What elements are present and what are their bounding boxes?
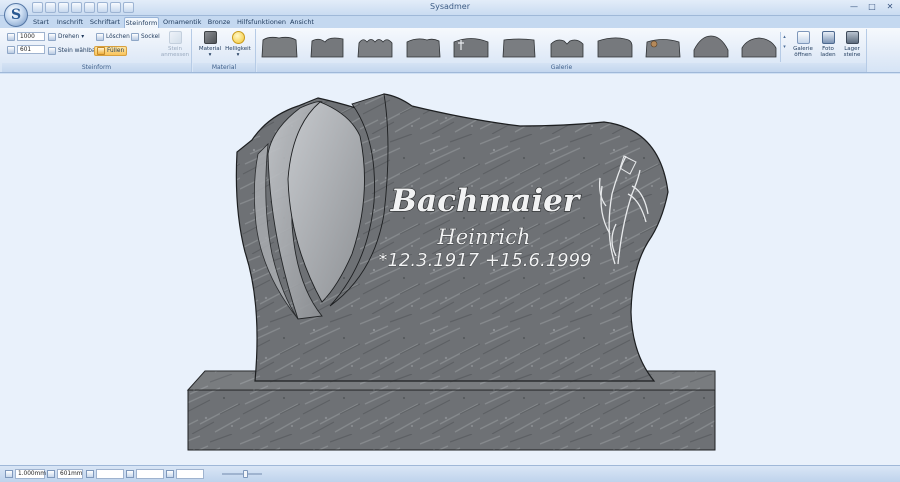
gallery-stone-9[interactable] (643, 34, 683, 60)
ribbon-tabs: Start Inschrift Schriftart Steinform Orn… (0, 16, 900, 28)
height-icon (5, 470, 13, 478)
lager-steine-button[interactable]: Lager steine (839, 31, 865, 63)
drehen-label: Drehen (58, 34, 80, 40)
group-material: Material ▾ Helligkeit ▾ Material (193, 29, 256, 72)
chevron-down-icon: ▾ (81, 34, 85, 40)
status-bar: 1.000mm 601mm (0, 465, 900, 482)
foto-laden-button[interactable]: Foto laden (815, 31, 841, 63)
galerie-oeffnen-button[interactable]: Galerie öffnen (790, 31, 816, 63)
stock-icon (845, 31, 859, 44)
measure-icon (168, 31, 182, 44)
stein-waehlbar-button[interactable]: Stein wählbar (48, 47, 98, 55)
inscription-dates[interactable]: *12.3.1917 +15.6.1999 (378, 250, 592, 272)
height-input[interactable]: 1000 (17, 32, 45, 41)
inscription-surname[interactable]: Bachmaier (389, 182, 582, 219)
tab-ornamentik[interactable]: Ornamentik (163, 17, 201, 28)
photo-icon (821, 31, 835, 44)
zoom-slider[interactable] (222, 473, 262, 475)
group-label-galerie: Galerie (257, 63, 866, 72)
tab-start[interactable]: Start (30, 17, 52, 28)
base-icon (131, 33, 139, 41)
fuellen-button[interactable]: Füllen (94, 46, 128, 56)
gallery-stone-11[interactable] (739, 34, 779, 60)
gravestone-drawing[interactable]: Bachmaier Heinrich *12.3.1917 +15.6.1999 (0, 74, 900, 465)
helligkeit-button[interactable]: Helligkeit ▾ (225, 31, 251, 63)
sockel-label: Sockel (141, 34, 160, 40)
tab-inschrift[interactable]: Inschrift (56, 17, 84, 28)
status-width: 601mm (57, 469, 83, 479)
height-icon (7, 33, 15, 41)
minimize-button[interactable]: — (848, 2, 860, 12)
status-icon-5 (166, 470, 174, 478)
chevron-down-icon: ▾ (236, 52, 240, 58)
close-button[interactable]: ✕ (884, 2, 896, 12)
lager-steine-label: Lager steine (843, 46, 861, 58)
gallery-stone-6[interactable] (499, 34, 539, 60)
stone-base[interactable] (186, 370, 716, 451)
foto-laden-label: Foto laden (820, 46, 836, 58)
cursor-icon (48, 47, 56, 55)
ribbon: 1000 601 Drehen ▾ Löschen Sockel Stein w… (0, 28, 900, 73)
rotate-icon (48, 33, 56, 41)
gallery-stone-8[interactable] (595, 34, 635, 60)
scroll-down-icon[interactable]: ▾ (781, 42, 788, 52)
tab-steinform[interactable]: Steinform (124, 17, 159, 28)
gallery-icon (796, 31, 810, 44)
gallery-stone-4[interactable] (403, 34, 443, 60)
status-icon-4 (126, 470, 134, 478)
stein-waehlbar-label: Stein wählbar (58, 48, 98, 54)
gallery-stone-3[interactable] (355, 34, 395, 60)
gallery-stone-2[interactable] (307, 34, 347, 60)
chevron-down-icon: ▾ (208, 52, 212, 58)
sockel-button[interactable]: Sockel (131, 33, 160, 41)
scroll-up-icon[interactable]: ▴ (781, 32, 788, 42)
tab-schriftart[interactable]: Schriftart (89, 17, 121, 28)
title-bar: Sysadmer — □ ✕ (0, 0, 900, 16)
material-button[interactable]: Material ▾ (197, 31, 223, 63)
width-icon (47, 470, 55, 478)
window-title: Sysadmer (430, 2, 470, 11)
gallery-stone-10[interactable] (691, 34, 731, 60)
tab-hilfsfunktionen[interactable]: Hilfsfunktionen (237, 17, 286, 28)
gallery-stone-5[interactable] (451, 34, 491, 60)
stein-anmessen-label: Stein anmessen (160, 46, 190, 58)
width-icon (7, 46, 15, 54)
width-input[interactable]: 601 (17, 45, 45, 54)
maximize-button[interactable]: □ (866, 2, 878, 12)
group-galerie: ▴ ▾ Galerie öffnen Foto laden Lager stei… (257, 29, 867, 72)
app-menu-button[interactable]: S (4, 3, 28, 27)
status-height: 1.000mm (15, 469, 46, 479)
tab-ansicht[interactable]: Ansicht (289, 17, 315, 28)
gallery-scrollbar[interactable]: ▴ ▾ (780, 32, 788, 62)
material-icon (203, 31, 217, 44)
loeschen-button[interactable]: Löschen (96, 33, 130, 41)
gallery-stone-7[interactable] (547, 34, 587, 60)
drehen-button[interactable]: Drehen ▾ (48, 33, 84, 41)
status-field-3 (96, 469, 124, 479)
status-field-5 (176, 469, 204, 479)
zoom-slider-thumb[interactable] (243, 470, 248, 478)
delete-icon (96, 33, 104, 41)
tab-bronze[interactable]: Bronze (206, 17, 232, 28)
app-logo-icon: S (10, 7, 22, 23)
group-label-steinform: Steinform (2, 63, 191, 72)
inscription-firstname[interactable]: Heinrich (436, 225, 531, 250)
status-field-4 (136, 469, 164, 479)
group-label-material: Material (193, 63, 255, 72)
group-steinform: 1000 601 Drehen ▾ Löschen Sockel Stein w… (2, 29, 192, 72)
status-icon-3 (86, 470, 94, 478)
lightbulb-icon (231, 31, 245, 44)
loeschen-label: Löschen (106, 34, 130, 40)
stein-anmessen-button[interactable]: Stein anmessen (160, 31, 190, 63)
fill-icon (97, 47, 105, 55)
design-canvas[interactable]: Bachmaier Heinrich *12.3.1917 +15.6.1999 (0, 74, 900, 465)
galerie-oeffnen-label: Galerie öffnen (793, 46, 813, 58)
gallery-stone-1[interactable] (259, 34, 299, 60)
fuellen-label: Füllen (107, 48, 125, 54)
